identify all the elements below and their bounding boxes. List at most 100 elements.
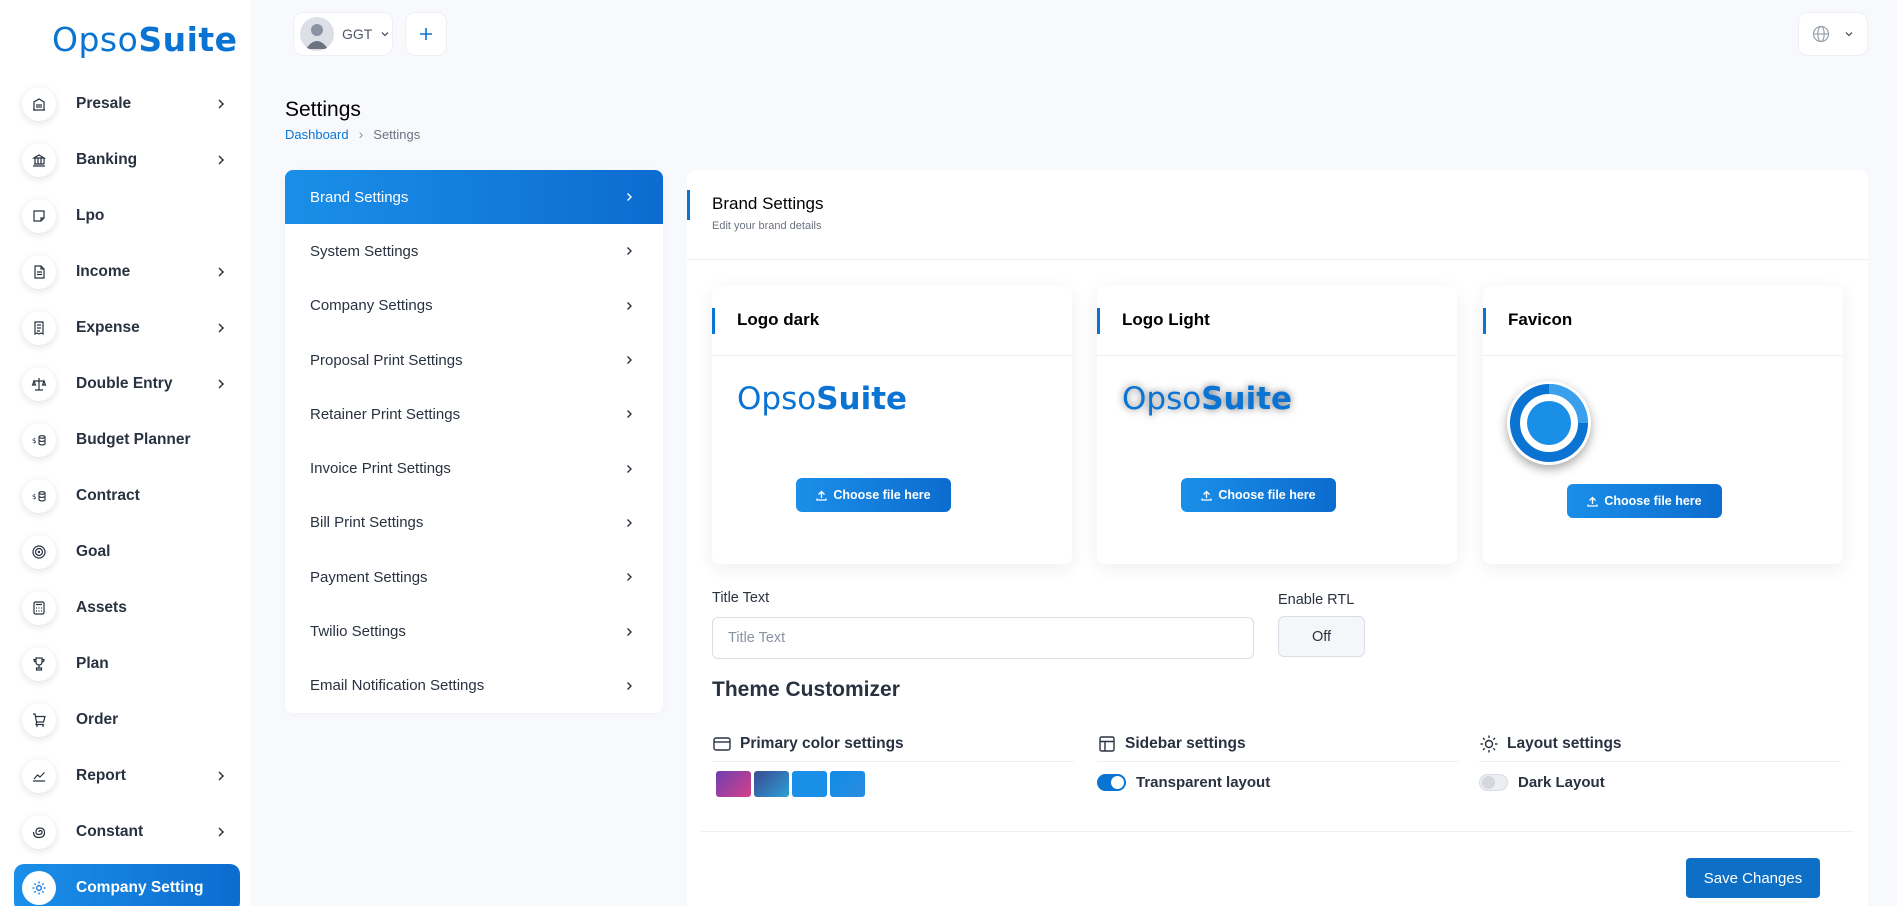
layout-sidebar-icon xyxy=(1099,735,1115,752)
save-changes-button[interactable]: Save Changes xyxy=(1686,858,1820,898)
sidebar-item-budget-planner[interactable]: $ Budget Planner xyxy=(14,412,240,468)
logo-dark-choose-file-button[interactable]: Choose file here xyxy=(796,478,951,512)
enable-rtl-toggle[interactable]: Off xyxy=(1278,616,1365,657)
logo-dark-panel: Logo dark OpsoSuite Choose file here xyxy=(712,286,1072,564)
color-swatch-1[interactable] xyxy=(716,771,751,797)
svg-text:$: $ xyxy=(32,437,36,445)
breadcrumb-separator-icon: › xyxy=(358,126,364,142)
sidebar: OpsoSuite Presale Banking Lpo Income Expense… xyxy=(0,0,250,906)
sidebar-item-company-setting[interactable]: Company Setting xyxy=(14,864,240,906)
layout-settings: Layout settings Dark Layout xyxy=(1479,726,1841,791)
primary-color-settings: Primary color settings xyxy=(712,726,1074,797)
favicon-panel: Favicon Choose file here xyxy=(1483,286,1843,564)
settings-menu-item-invoice-print-settings[interactable]: Invoice Print Settings xyxy=(285,441,663,495)
enable-rtl-label: Enable RTL xyxy=(1278,592,1355,608)
user-menu-button[interactable]: GGT xyxy=(293,12,393,56)
logo-light-preview: OpsoSuite xyxy=(1122,381,1293,417)
chevron-right-icon xyxy=(218,155,225,165)
add-button[interactable] xyxy=(405,12,447,56)
upload-icon xyxy=(1587,496,1599,507)
logo-dark-preview: OpsoSuite xyxy=(737,381,908,417)
sidebar-item-expense[interactable]: Expense xyxy=(14,300,240,356)
settings-menu-item-company-settings[interactable]: Company Settings xyxy=(285,279,663,333)
settings-menu-item-twilio-settings[interactable]: Twilio Settings xyxy=(285,604,663,658)
sidebar-settings: Sidebar settings Transparent layout xyxy=(1097,726,1459,791)
sidebar-item-goal[interactable]: Goal xyxy=(14,524,240,580)
settings-menu-item-proposal-print-settings[interactable]: Proposal Print Settings xyxy=(285,333,663,387)
settings-menu-item-email-notification-settings[interactable]: Email Notification Settings xyxy=(285,659,663,713)
color-swatch-2[interactable] xyxy=(754,771,789,797)
chevron-right-icon xyxy=(627,573,632,582)
sidebar-item-label: Order xyxy=(76,711,119,728)
divider xyxy=(701,831,1854,832)
sidebar-item-double-entry[interactable]: Double Entry xyxy=(14,356,240,412)
cart-icon xyxy=(22,703,56,737)
brand-settings-card: Brand Settings Edit your brand details L… xyxy=(687,170,1868,906)
sidebar-item-banking[interactable]: Banking xyxy=(14,132,240,188)
chevron-right-icon xyxy=(627,518,632,527)
avatar xyxy=(300,17,334,51)
logo-light-panel: Logo Light OpsoSuite Choose file here xyxy=(1097,286,1457,564)
chevron-down-icon xyxy=(381,32,389,37)
sidebar-item-plan[interactable]: Plan xyxy=(14,636,240,692)
target-icon xyxy=(22,535,56,569)
sidebar-item-income[interactable]: Income xyxy=(14,244,240,300)
sidebar-item-label: Expense xyxy=(76,319,140,336)
spiral-icon xyxy=(22,815,56,849)
calculator-icon xyxy=(22,591,56,625)
color-swatch-4[interactable] xyxy=(830,771,865,797)
sidebar-item-presale[interactable]: Presale xyxy=(14,76,240,132)
document-icon xyxy=(22,255,56,289)
upload-icon xyxy=(816,490,828,501)
breadcrumb-dashboard-link[interactable]: Dashboard xyxy=(285,127,349,142)
accent-bar xyxy=(687,190,690,220)
favicon-choose-file-button[interactable]: Choose file here xyxy=(1567,484,1722,518)
chevron-right-icon xyxy=(218,827,225,837)
settings-menu-item-brand-settings[interactable]: Brand Settings xyxy=(285,170,663,225)
chevron-right-icon xyxy=(218,771,225,781)
sidebar-item-label: Assets xyxy=(76,599,127,616)
sidebar-item-label: Income xyxy=(76,263,131,280)
language-button[interactable] xyxy=(1798,12,1868,56)
settings-menu: Brand Settings System Settings Company Set… xyxy=(285,170,663,713)
sidebar-item-assets[interactable]: Assets xyxy=(14,580,240,636)
settings-menu-item-bill-print-settings[interactable]: Bill Print Settings xyxy=(285,496,663,550)
svg-text:$: $ xyxy=(32,493,36,501)
theme-customizer-title: Theme Customizer xyxy=(712,678,900,701)
settings-menu-item-payment-settings[interactable]: Payment Settings xyxy=(285,550,663,604)
chevron-right-icon xyxy=(627,356,632,365)
trophy-icon xyxy=(22,647,56,681)
color-swatches xyxy=(716,771,1074,797)
receipt-icon xyxy=(22,311,56,345)
settings-menu-item-retainer-print-settings[interactable]: Retainer Print Settings xyxy=(285,387,663,441)
title-text-label: Title Text xyxy=(712,590,770,606)
chevron-right-icon xyxy=(218,99,225,109)
sidebar-item-constant[interactable]: Constant xyxy=(14,804,240,860)
sun-icon xyxy=(1480,735,1498,752)
color-swatch-3[interactable] xyxy=(792,771,827,797)
sidebar-item-label: Double Entry xyxy=(76,375,173,392)
sidebar-item-lpo[interactable]: Lpo xyxy=(14,188,240,244)
sidebar-item-order[interactable]: Order xyxy=(14,692,240,748)
sidebar-item-report[interactable]: Report xyxy=(14,748,240,804)
brand-logo[interactable]: OpsoSuite xyxy=(52,14,238,64)
bank-icon xyxy=(22,143,56,177)
title-text-input[interactable] xyxy=(712,617,1254,659)
logo-light-choose-file-button[interactable]: Choose file here xyxy=(1181,478,1336,512)
sidebar-item-label: Budget Planner xyxy=(76,431,191,448)
sidebar-item-contract[interactable]: $ Contract xyxy=(14,468,240,524)
chevron-right-icon xyxy=(218,323,225,333)
chevron-right-icon xyxy=(627,247,632,256)
sticky-note-icon xyxy=(22,199,56,233)
user-name: GGT xyxy=(342,26,373,42)
chevron-right-icon xyxy=(627,410,632,419)
logo-light-title: Logo Light xyxy=(1122,310,1210,329)
settings-menu-item-system-settings[interactable]: System Settings xyxy=(285,224,663,278)
chevron-down-icon xyxy=(1845,32,1853,37)
coins-icon: $ xyxy=(22,423,56,457)
transparent-layout-switch[interactable] xyxy=(1097,774,1126,791)
chart-line-icon xyxy=(22,759,56,793)
card-subtitle: Edit your brand details xyxy=(712,220,822,232)
dark-layout-label: Dark Layout xyxy=(1518,774,1605,791)
dark-layout-switch[interactable] xyxy=(1479,774,1508,791)
